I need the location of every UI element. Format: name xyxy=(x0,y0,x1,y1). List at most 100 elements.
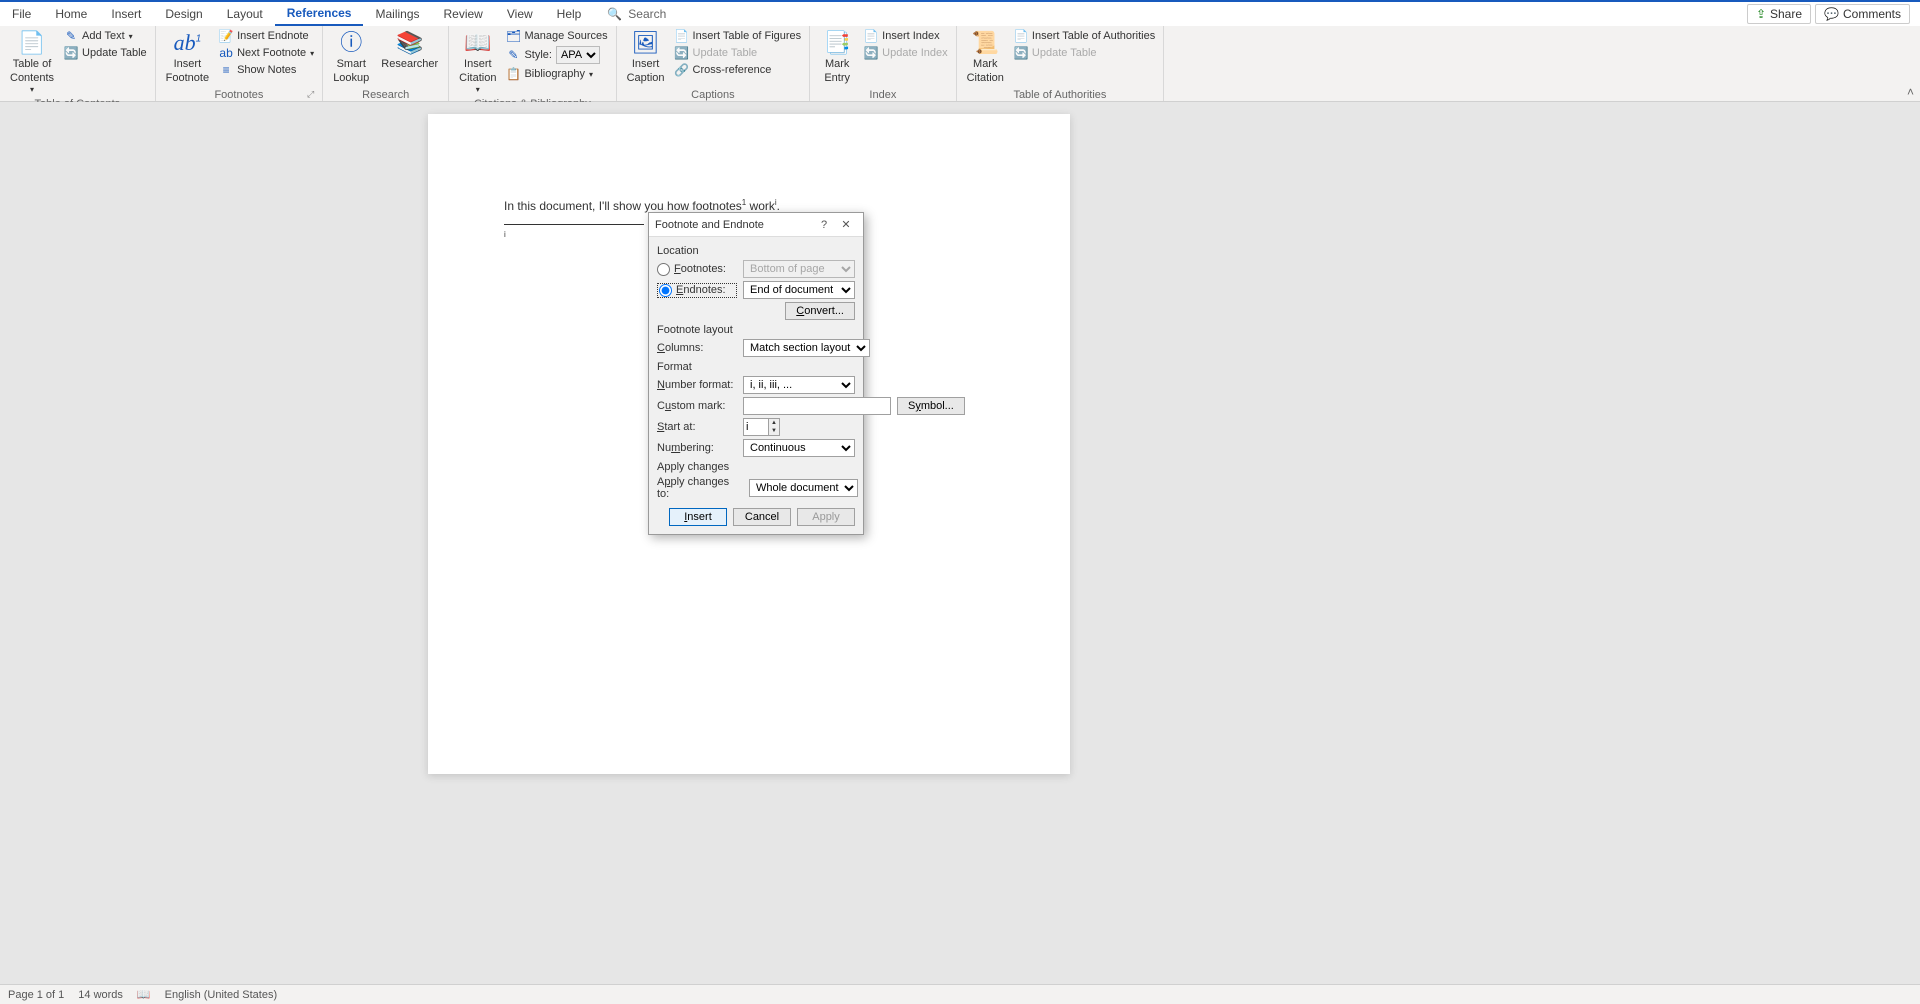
next-footnote-button[interactable]: abNext Footnote ▾ xyxy=(217,45,316,61)
researcher-icon: 📚 xyxy=(396,30,423,56)
bibliography-button[interactable]: 📋Bibliography ▾ xyxy=(504,66,609,82)
table-of-contents-button[interactable]: 📄 Table of Contents ▾ xyxy=(6,28,58,96)
caption-icon: 🖼 xyxy=(632,30,660,56)
update-captions-table-button[interactable]: 🔄Update Table xyxy=(673,45,804,61)
tab-home[interactable]: Home xyxy=(43,2,99,26)
show-notes-label: Show Notes xyxy=(237,64,296,76)
section-format: Format xyxy=(657,361,855,373)
style-label: Style: xyxy=(524,49,552,61)
mark-entry-button[interactable]: 📑 Mark Entry xyxy=(816,28,858,87)
cancel-button[interactable]: Cancel xyxy=(733,508,791,526)
dropdown-icon: ▾ xyxy=(310,49,314,58)
comments-button[interactable]: 💬 Comments xyxy=(1815,4,1910,24)
cross-reference-button[interactable]: 🔗Cross-reference xyxy=(673,62,804,78)
symbol-button[interactable]: Symbol... xyxy=(897,397,965,415)
number-format-select[interactable]: i, ii, iii, ... xyxy=(743,376,855,394)
manage-sources-label: Manage Sources xyxy=(524,30,607,42)
mark-citation-button[interactable]: 📜 Mark Citation xyxy=(963,28,1008,87)
apply-changes-to-select[interactable]: Whole document xyxy=(749,479,858,497)
body-text[interactable]: In this document, I'll show you how foot… xyxy=(504,198,780,213)
tab-file[interactable]: File xyxy=(0,2,43,26)
section-footnote-layout: Footnote layout xyxy=(657,324,855,336)
tab-help[interactable]: Help xyxy=(545,2,594,26)
group-authorities: 📜 Mark Citation 📄Insert Table of Authori… xyxy=(957,26,1165,101)
collapse-ribbon-button[interactable]: ˄ xyxy=(1907,85,1914,99)
numbering-select[interactable]: Continuous xyxy=(743,439,855,457)
group-label-research: Research xyxy=(329,87,442,103)
status-words[interactable]: 14 words xyxy=(78,989,123,1001)
dialog-help-button[interactable]: ? xyxy=(813,219,835,231)
tab-view[interactable]: View xyxy=(495,2,545,26)
bibliography-icon: 📋 xyxy=(506,67,520,81)
add-text-button[interactable]: ✎Add Text ▾ xyxy=(62,28,149,44)
start-at-spinner[interactable]: ▲▼ xyxy=(743,418,780,436)
insert-citation-button[interactable]: 📖 Insert Citation ▾ xyxy=(455,28,500,96)
smart-lookup-label: Smart Lookup xyxy=(333,58,369,84)
share-label: Share xyxy=(1770,7,1802,21)
footnotes-radio-label: Footnotes: xyxy=(674,263,726,275)
insert-endnote-label: Insert Endnote xyxy=(237,30,309,42)
document-area: In this document, I'll show you how foot… xyxy=(0,102,1920,984)
tab-mailings[interactable]: Mailings xyxy=(363,2,431,26)
tab-layout[interactable]: Layout xyxy=(215,2,275,26)
dialog-titlebar[interactable]: Footnote and Endnote ? ✕ xyxy=(649,213,863,237)
custom-mark-input[interactable] xyxy=(743,397,891,415)
endnotes-radio-input[interactable] xyxy=(659,284,672,297)
insert-table-of-figures-button[interactable]: 📄Insert Table of Figures xyxy=(673,28,804,44)
dropdown-icon: ▾ xyxy=(476,85,480,95)
share-icon: ⇪ xyxy=(1756,7,1766,21)
tab-insert[interactable]: Insert xyxy=(99,2,153,26)
mark-citation-icon: 📜 xyxy=(972,30,999,56)
insert-index-button[interactable]: 📄Insert Index xyxy=(862,28,949,44)
apply-button[interactable]: Apply xyxy=(797,508,855,526)
crossref-icon: 🔗 xyxy=(675,63,689,77)
convert-button[interactable]: Convert... xyxy=(785,302,855,320)
manage-sources-icon: 🗂 xyxy=(506,29,520,43)
tab-references[interactable]: References xyxy=(275,2,364,26)
insert-toa-button[interactable]: 📄Insert Table of Authorities xyxy=(1012,28,1157,44)
search-box[interactable]: 🔍 Search xyxy=(607,7,666,21)
columns-select[interactable]: Match section layout xyxy=(743,339,870,357)
insert-toa-label: Insert Table of Authorities xyxy=(1032,30,1155,42)
insert-endnote-button[interactable]: 📝Insert Endnote xyxy=(217,28,316,44)
update-index-label: Update Index xyxy=(882,47,947,59)
dialog-close-button[interactable]: ✕ xyxy=(835,218,857,231)
group-footnotes: ab1 Insert Footnote 📝Insert Endnote abNe… xyxy=(156,26,324,101)
status-language[interactable]: English (United States) xyxy=(165,989,278,1001)
smart-lookup-button[interactable]: ⓘ Smart Lookup xyxy=(329,28,373,87)
footnotes-radio-input[interactable] xyxy=(657,263,670,276)
insert-tof-label: Insert Table of Figures xyxy=(693,30,802,42)
citation-style-select[interactable]: APA xyxy=(556,46,600,64)
insert-footnote-button[interactable]: ab1 Insert Footnote xyxy=(162,28,213,87)
add-text-label: Add Text xyxy=(82,30,125,42)
group-toc: 📄 Table of Contents ▾ ✎Add Text ▾ 🔄Updat… xyxy=(0,26,156,101)
add-text-icon: ✎ xyxy=(64,29,78,43)
endnotes-location-select[interactable]: End of document xyxy=(743,281,855,299)
toc-label: Table of Contents xyxy=(10,58,54,84)
show-notes-button[interactable]: ≡Show Notes xyxy=(217,62,316,78)
endnotes-radio[interactable]: Endnotes: xyxy=(657,283,737,298)
tab-design[interactable]: Design xyxy=(153,2,214,26)
spell-check-icon[interactable]: 📖 xyxy=(137,988,151,1001)
comments-icon: 💬 xyxy=(1824,7,1839,21)
tab-review[interactable]: Review xyxy=(432,2,495,26)
next-footnote-label: Next Footnote xyxy=(237,47,306,59)
manage-sources-button[interactable]: 🗂 Manage Sources xyxy=(504,28,609,44)
insert-footnote-label: Insert Footnote xyxy=(166,58,209,84)
footnotes-radio[interactable]: Footnotes: xyxy=(657,263,737,276)
update-toc-button[interactable]: 🔄Update Table xyxy=(62,45,149,61)
insert-button[interactable]: Insert xyxy=(669,508,727,526)
status-page[interactable]: Page 1 of 1 xyxy=(8,989,64,1001)
researcher-button[interactable]: 📚 Researcher xyxy=(377,28,442,74)
start-at-input[interactable] xyxy=(743,418,769,436)
spin-down[interactable]: ▼ xyxy=(769,427,779,435)
spin-up[interactable]: ▲ xyxy=(769,419,779,427)
update-index-button[interactable]: 🔄Update Index xyxy=(862,45,949,61)
footnote-mark[interactable]: i xyxy=(504,230,506,239)
update-toa-button[interactable]: 🔄Update Table xyxy=(1012,45,1157,61)
footnotes-launcher[interactable]: ⤢ xyxy=(307,89,314,100)
footnote-endnote-dialog: Footnote and Endnote ? ✕ Location Footno… xyxy=(648,212,864,535)
share-button[interactable]: ⇪ Share xyxy=(1747,4,1811,24)
insert-caption-button[interactable]: 🖼 Insert Caption xyxy=(623,28,669,87)
apply-changes-to-label: Apply changes to: xyxy=(657,476,743,500)
